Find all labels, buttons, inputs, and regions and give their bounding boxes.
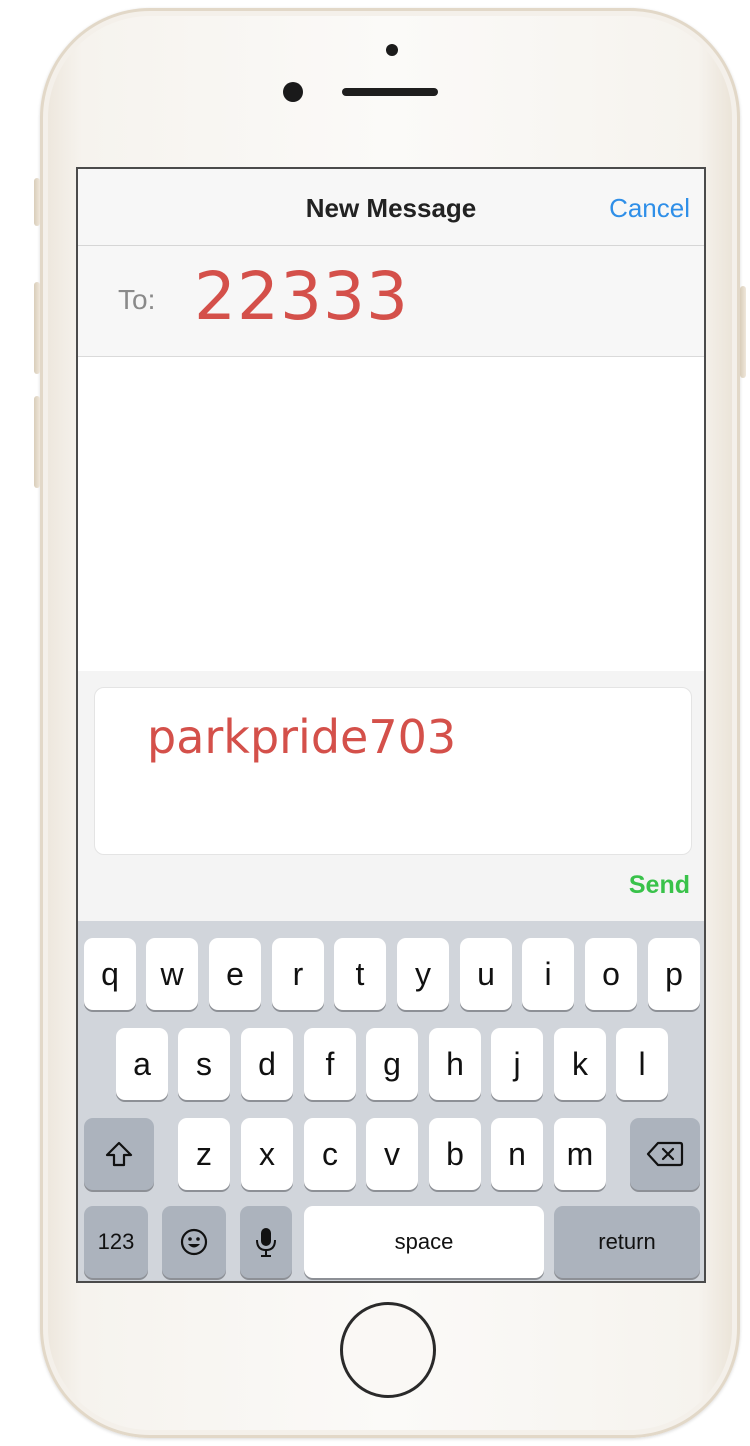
microphone-icon: [254, 1226, 278, 1258]
shift-icon: [104, 1139, 134, 1169]
space-key[interactable]: space: [304, 1206, 544, 1278]
key-m[interactable]: m: [554, 1118, 606, 1190]
return-key[interactable]: return: [554, 1206, 700, 1278]
key-i[interactable]: i: [522, 938, 574, 1010]
key-u[interactable]: u: [460, 938, 512, 1010]
keyboard: q w e r t y u i o p a s d f g h j k l z …: [78, 921, 704, 1281]
key-d[interactable]: d: [241, 1028, 293, 1100]
recipient-field[interactable]: 22333: [194, 258, 409, 335]
key-t[interactable]: t: [334, 938, 386, 1010]
key-e[interactable]: e: [209, 938, 261, 1010]
navigation-bar: New Message Cancel: [78, 169, 704, 246]
message-text: parkpride703: [147, 710, 457, 764]
key-p[interactable]: p: [648, 938, 700, 1010]
shift-key[interactable]: [84, 1118, 154, 1190]
key-a[interactable]: a: [116, 1028, 168, 1100]
compose-area: parkpride703 Send: [78, 671, 704, 921]
key-z[interactable]: z: [178, 1118, 230, 1190]
key-o[interactable]: o: [585, 938, 637, 1010]
key-h[interactable]: h: [429, 1028, 481, 1100]
key-s[interactable]: s: [178, 1028, 230, 1100]
key-r[interactable]: r: [272, 938, 324, 1010]
key-c[interactable]: c: [304, 1118, 356, 1190]
front-camera: [283, 82, 303, 102]
key-w[interactable]: w: [146, 938, 198, 1010]
key-v[interactable]: v: [366, 1118, 418, 1190]
volume-down-button: [34, 396, 40, 488]
mute-switch: [34, 178, 40, 226]
recipient-label: To:: [118, 284, 156, 315]
key-j[interactable]: j: [491, 1028, 543, 1100]
proximity-sensor: [386, 44, 398, 56]
send-button[interactable]: Send: [629, 871, 690, 900]
key-b[interactable]: b: [429, 1118, 481, 1190]
recipient-row[interactable]: To: 22333: [78, 246, 704, 357]
home-button[interactable]: [340, 1302, 436, 1398]
message-input[interactable]: parkpride703: [94, 687, 692, 855]
phone-screen: New Message Cancel To: 22333 parkpride70…: [76, 167, 706, 1283]
numbers-key[interactable]: 123: [84, 1206, 148, 1278]
conversation-area: [78, 357, 704, 671]
volume-up-button: [34, 282, 40, 374]
key-f[interactable]: f: [304, 1028, 356, 1100]
power-button: [740, 286, 746, 378]
delete-key[interactable]: [630, 1118, 700, 1190]
key-g[interactable]: g: [366, 1028, 418, 1100]
emoji-icon: [179, 1227, 209, 1257]
earpiece-speaker: [342, 88, 438, 96]
key-l[interactable]: l: [616, 1028, 668, 1100]
dictation-key[interactable]: [240, 1206, 292, 1278]
key-k[interactable]: k: [554, 1028, 606, 1100]
key-y[interactable]: y: [397, 938, 449, 1010]
emoji-key[interactable]: [162, 1206, 226, 1278]
backspace-icon: [646, 1140, 684, 1168]
key-n[interactable]: n: [491, 1118, 543, 1190]
key-x[interactable]: x: [241, 1118, 293, 1190]
cancel-button[interactable]: Cancel: [609, 193, 690, 224]
key-q[interactable]: q: [84, 938, 136, 1010]
